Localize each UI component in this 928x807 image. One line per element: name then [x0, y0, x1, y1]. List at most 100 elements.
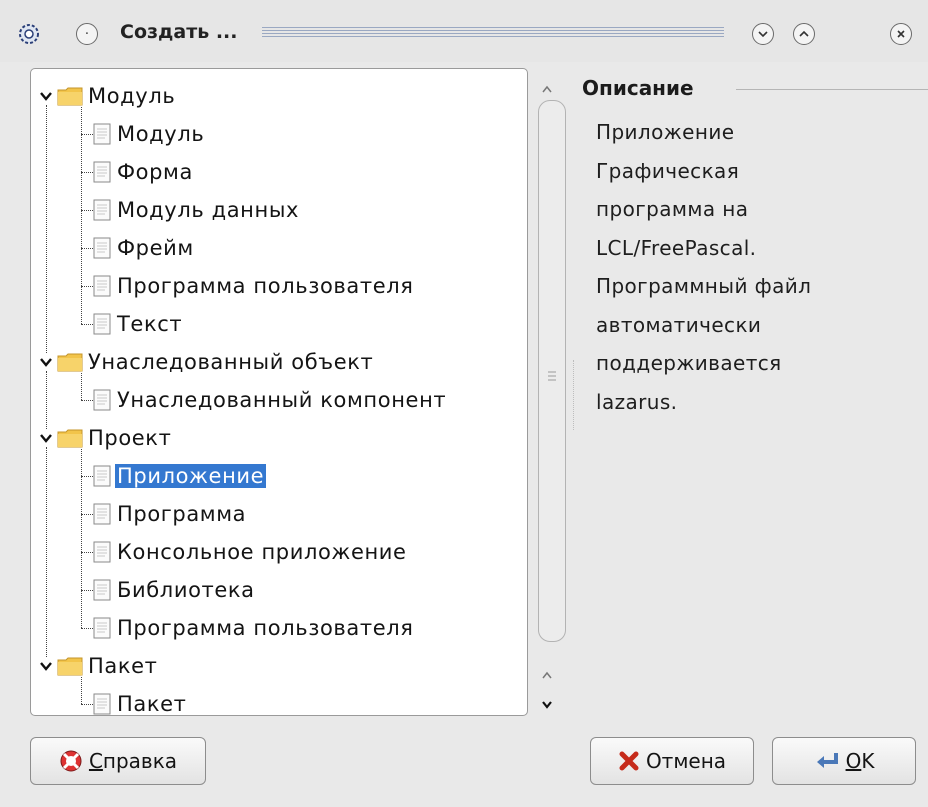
description-line: Графическая	[596, 158, 740, 183]
description-heading: Описание	[582, 76, 694, 100]
tree-connector	[81, 476, 93, 477]
template-tree[interactable]: Модуль Модуль Форма Модуль данных Фрейм Прогр…	[30, 68, 528, 716]
file-icon	[93, 161, 111, 183]
file-icon	[93, 389, 111, 411]
tree-item-label: Программа	[117, 502, 247, 526]
description-line: Приложение	[596, 120, 735, 144]
file-icon	[93, 199, 111, 221]
description-line: lazarus.	[596, 389, 678, 414]
tree-item-label: Текст	[117, 312, 183, 336]
tree-connector	[81, 286, 93, 287]
tree-connector	[81, 373, 82, 400]
file-icon	[93, 237, 111, 259]
tree-connector	[81, 248, 93, 249]
help-accel: С	[88, 749, 103, 773]
chevron-up-icon[interactable]	[541, 670, 553, 680]
tree-item[interactable]: Программа пользователя	[93, 609, 415, 647]
tree-group-label: Пакет	[88, 654, 158, 678]
cancel-label: Отмена	[645, 749, 727, 773]
cancel-x-icon	[619, 751, 639, 771]
tree-root-connector	[46, 105, 47, 353]
tree-item-label: Фрейм	[117, 236, 194, 260]
splitter-handle[interactable]	[538, 100, 566, 642]
tree-group-label: Унаследованный объект	[88, 350, 374, 374]
file-icon	[93, 313, 111, 335]
tree-item-label: Программа пользователя	[117, 616, 414, 640]
expander-icon[interactable]	[39, 355, 53, 369]
help-label: правка	[102, 749, 178, 773]
folder-icon	[57, 429, 83, 448]
file-icon	[93, 503, 111, 525]
file-icon	[93, 541, 111, 563]
description-line: программа на	[596, 197, 749, 221]
tree-connector	[81, 704, 93, 705]
ok-button[interactable]: OK	[772, 737, 916, 785]
new-item-dialog: · Создать ... Модуль Модуль Форма Модуль да…	[0, 0, 928, 807]
tree-connector	[81, 172, 93, 173]
file-icon	[93, 123, 111, 145]
tree-group-label: Проект	[88, 426, 172, 450]
scroll-down-icon[interactable]	[541, 700, 553, 710]
help-button[interactable]: Справка	[30, 737, 206, 785]
tree-item[interactable]: Модуль данных	[93, 191, 301, 229]
tree-item-label: Пакет	[117, 692, 187, 716]
tree-item[interactable]: Форма	[93, 153, 195, 191]
close-icon[interactable]	[890, 23, 912, 45]
lifebuoy-icon	[60, 750, 82, 772]
tree-connector	[81, 677, 82, 704]
description-divider	[736, 89, 928, 90]
tree-item[interactable]: Унаследованный компонент	[93, 381, 448, 419]
description-line: Программный файл	[596, 274, 812, 298]
tree-group-label: Модуль	[88, 84, 176, 108]
tree-item[interactable]: Пакет	[93, 685, 189, 723]
title-bar[interactable]: · Создать ...	[0, 0, 928, 62]
tree-root-connector	[46, 447, 47, 657]
tree-connector	[81, 514, 93, 515]
file-icon	[93, 465, 111, 487]
description-line: автоматически	[596, 312, 762, 337]
tree-connector	[81, 590, 93, 591]
tree-item[interactable]: Модуль	[93, 115, 206, 153]
enter-arrow-icon	[816, 753, 838, 768]
tree-item-label: Унаследованный компонент	[117, 388, 447, 412]
expander-icon[interactable]	[39, 89, 53, 103]
tree-connector	[81, 400, 93, 401]
maximize-icon[interactable]	[793, 23, 815, 45]
tree-item[interactable]: Программа пользователя	[93, 267, 415, 305]
scroll-up-icon[interactable]	[541, 84, 553, 94]
minimize-icon[interactable]	[752, 23, 774, 45]
tree-item-label: Форма	[117, 160, 193, 184]
tree-group[interactable]: Унаследованный объект	[39, 343, 375, 381]
tree-connector	[81, 134, 93, 135]
tree-group[interactable]: Модуль	[39, 77, 177, 115]
tree-item[interactable]: Библиотека	[93, 571, 257, 609]
title-bar-decoration	[262, 27, 724, 41]
splitter-dots	[573, 360, 575, 430]
tree-connector	[81, 552, 93, 553]
expander-icon[interactable]	[39, 659, 53, 673]
tree-item[interactable]: Приложение	[93, 457, 267, 495]
tree-item-label: Консольное приложение	[117, 540, 407, 564]
folder-icon	[57, 657, 83, 676]
ok-accel: O	[845, 749, 862, 773]
tree-item-label: Модуль данных	[117, 198, 300, 222]
tree-item[interactable]: Консольное приложение	[93, 533, 409, 571]
tree-item[interactable]: Фрейм	[93, 229, 196, 267]
tree-connector	[81, 628, 93, 629]
tree-group[interactable]: Пакет	[39, 647, 160, 685]
tree-group[interactable]: Проект	[39, 419, 173, 457]
tree-item[interactable]: Программа	[93, 495, 248, 533]
window-title: Создать ...	[120, 21, 238, 43]
description-line: поддерживается	[596, 351, 782, 375]
description-line: LCL/FreePascal.	[596, 235, 757, 260]
tree-item-label-selected: Приложение	[115, 464, 267, 488]
ok-label: K	[861, 749, 875, 773]
expander-icon[interactable]	[39, 431, 53, 445]
pin-icon[interactable]: ·	[76, 23, 98, 45]
lazarus-gear-icon[interactable]	[16, 22, 42, 46]
tree-item-label: Модуль	[117, 122, 205, 146]
cancel-button[interactable]: Отмена	[590, 737, 754, 785]
tree-item[interactable]: Текст	[93, 305, 184, 343]
grip-icon	[548, 371, 556, 381]
tree-connector	[81, 107, 82, 324]
